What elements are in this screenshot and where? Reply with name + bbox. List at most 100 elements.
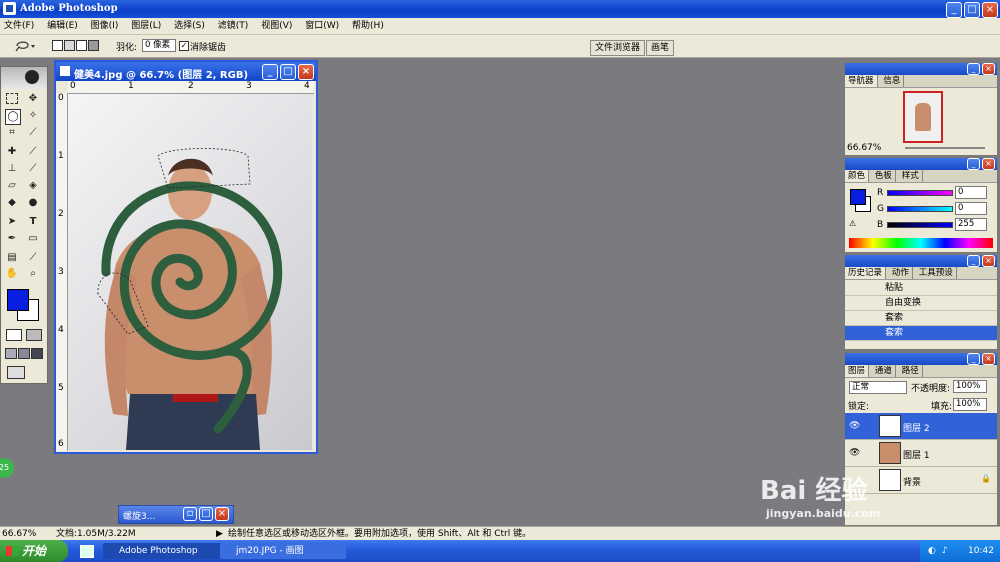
path-select-icon[interactable]: ➤: [5, 215, 19, 229]
tab-history[interactable]: 历史记录: [845, 267, 887, 279]
floating-maximize-button[interactable]: □: [199, 507, 213, 521]
tab-channels[interactable]: 通道: [872, 365, 896, 377]
history-brush-icon[interactable]: ⟋: [26, 162, 40, 176]
new-selection-icon[interactable]: [52, 40, 63, 51]
tab-info[interactable]: 信息: [880, 75, 905, 87]
lasso-tool-icon-active[interactable]: ◯: [5, 109, 21, 125]
standard-mode-icon[interactable]: [6, 329, 22, 341]
screen-mode-1-icon[interactable]: [5, 348, 17, 359]
history-item-selected[interactable]: 套索: [845, 326, 997, 341]
jump-to-imageready-icon[interactable]: [7, 366, 25, 379]
screen-mode-3-icon[interactable]: [31, 348, 43, 359]
color-minimize-button[interactable]: _: [967, 158, 980, 170]
navigator-thumbnail[interactable]: [903, 91, 943, 143]
move-tool-icon[interactable]: ✥: [26, 92, 40, 106]
blend-mode-select[interactable]: 正常: [849, 381, 907, 394]
notification-badge[interactable]: 25: [0, 458, 14, 478]
b-slider[interactable]: [887, 222, 953, 228]
navigator-close-button[interactable]: ×: [982, 63, 995, 75]
g-input[interactable]: 0: [955, 202, 987, 215]
marquee-tool-icon[interactable]: [6, 93, 18, 104]
screen-mode-2-icon[interactable]: [18, 348, 30, 359]
tab-layers[interactable]: 图层: [845, 365, 870, 377]
intersect-selection-icon[interactable]: [88, 40, 99, 51]
show-desktop-icon[interactable]: [80, 545, 94, 558]
taskbar-item-paint[interactable]: jm20.JPG - 画图: [220, 543, 346, 559]
healing-brush-icon[interactable]: ✚: [5, 145, 19, 159]
type-tool-icon[interactable]: T: [26, 215, 40, 229]
minimize-button[interactable]: _: [946, 2, 962, 18]
menu-edit[interactable]: 编辑(E): [47, 18, 78, 34]
clone-stamp-icon[interactable]: ⊥: [5, 162, 19, 176]
menu-filter[interactable]: 滤镜(T): [218, 18, 249, 34]
fill-input[interactable]: 100%: [953, 398, 987, 411]
eye-icon[interactable]: 👁: [849, 448, 860, 458]
color-fg-swatch[interactable]: [850, 189, 866, 205]
tab-swatches[interactable]: 色板: [872, 170, 896, 182]
brushes-well[interactable]: 画笔: [646, 40, 675, 56]
taskbar-item-photoshop[interactable]: Adobe Photoshop: [103, 543, 229, 559]
floating-palette[interactable]: 螺旋3... ▫ □ ×: [118, 505, 234, 524]
status-zoom[interactable]: 66.67%: [2, 527, 36, 541]
zoom-tool-icon[interactable]: ⌕: [26, 267, 40, 281]
navigator-zoom-slider[interactable]: [905, 147, 985, 149]
menu-window[interactable]: 窗口(W): [305, 18, 339, 34]
status-doc-size[interactable]: 文档:1.05M/3.22M: [56, 527, 136, 541]
navigator-zoom[interactable]: 66.67%: [847, 143, 881, 153]
navigator-minimize-button[interactable]: _: [967, 63, 980, 75]
menu-image[interactable]: 图像(I): [91, 18, 119, 34]
r-input[interactable]: 0: [955, 186, 987, 199]
history-item[interactable]: 自由变换: [845, 296, 997, 311]
g-slider[interactable]: [887, 206, 953, 212]
tab-color[interactable]: 颜色: [845, 170, 870, 182]
blur-tool-icon[interactable]: ◆: [5, 196, 19, 210]
eyedropper-icon[interactable]: ⟋: [26, 251, 40, 265]
r-slider[interactable]: [887, 190, 953, 196]
menu-help[interactable]: 帮助(H): [352, 18, 384, 34]
tab-tool-presets[interactable]: 工具预设: [916, 267, 957, 279]
layers-close-button[interactable]: ×: [982, 353, 995, 365]
add-selection-icon[interactable]: [64, 40, 75, 51]
tray-icon[interactable]: ◐: [928, 540, 936, 562]
antialias-checkbox[interactable]: ✓: [179, 41, 189, 51]
tab-styles[interactable]: 样式: [899, 170, 923, 182]
layer-row[interactable]: 👁 图层 1: [845, 440, 997, 467]
floating-restore-button[interactable]: ▫: [183, 507, 197, 521]
color-close-button[interactable]: ×: [982, 158, 995, 170]
crop-tool-icon[interactable]: ⌗: [5, 126, 19, 140]
notes-tool-icon[interactable]: ▤: [5, 251, 19, 265]
shape-tool-icon[interactable]: ▭: [26, 232, 40, 246]
eye-icon[interactable]: 👁: [849, 421, 860, 431]
file-browser-well[interactable]: 文件浏览器: [590, 40, 646, 56]
clock[interactable]: 10:42: [968, 540, 994, 562]
image-canvas[interactable]: [68, 94, 312, 450]
doc-minimize-button[interactable]: _: [262, 64, 278, 80]
layer-row[interactable]: 👁 图层 2: [845, 413, 997, 440]
menu-view[interactable]: 视图(V): [261, 18, 292, 34]
hand-tool-icon[interactable]: ✋: [5, 267, 19, 281]
paint-bucket-icon[interactable]: ◈: [26, 179, 40, 193]
foreground-color-swatch[interactable]: [7, 289, 29, 311]
maximize-button[interactable]: □: [964, 2, 980, 18]
menu-file[interactable]: 文件(F): [4, 18, 34, 34]
menu-select[interactable]: 选择(S): [174, 18, 205, 34]
close-button[interactable]: ×: [982, 2, 998, 18]
slice-tool-icon[interactable]: ⟋: [26, 126, 40, 140]
opacity-input[interactable]: 100%: [953, 380, 987, 393]
doc-maximize-button[interactable]: □: [280, 64, 296, 80]
history-item[interactable]: 套索: [845, 311, 997, 326]
eraser-tool-icon[interactable]: ▱: [5, 179, 19, 193]
adobe-online-icon[interactable]: [1, 67, 47, 89]
dodge-tool-icon[interactable]: ●: [26, 196, 40, 210]
magic-wand-icon[interactable]: ✧: [26, 109, 40, 123]
history-minimize-button[interactable]: _: [967, 255, 980, 267]
pen-tool-icon[interactable]: ✒: [5, 232, 19, 246]
history-item[interactable]: 粘贴: [845, 281, 997, 296]
brush-tool-icon[interactable]: ⟋: [26, 145, 40, 159]
quick-mask-icon[interactable]: [26, 329, 42, 341]
tab-paths[interactable]: 路径: [899, 365, 923, 377]
b-input[interactable]: 255: [955, 218, 987, 231]
menu-layer[interactable]: 图层(L): [131, 18, 161, 34]
layers-minimize-button[interactable]: _: [967, 353, 980, 365]
doc-close-button[interactable]: ×: [298, 64, 314, 80]
